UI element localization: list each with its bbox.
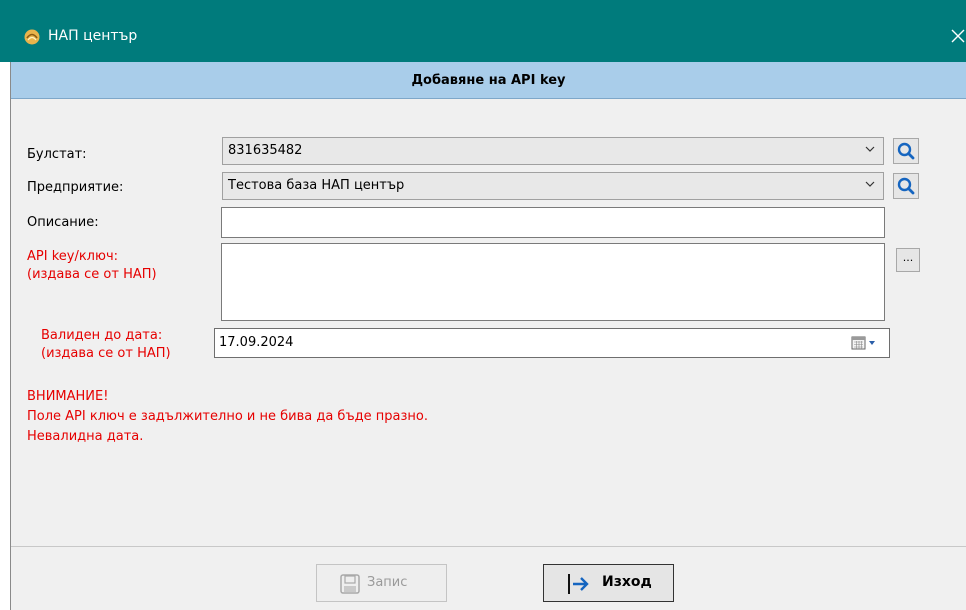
search-icon	[897, 142, 915, 160]
warning-invalid-date: Невалидна дата.	[27, 429, 144, 444]
enterprise-label: Предприятие:	[27, 180, 124, 195]
apikey-textarea[interactable]	[221, 243, 885, 321]
save-button[interactable]: Запис	[316, 564, 447, 602]
footer-divider	[11, 546, 966, 547]
bulstat-combobox[interactable]: 831635482	[222, 137, 884, 165]
bulstat-label: Булстат:	[27, 147, 87, 162]
close-icon	[951, 29, 965, 43]
warning-block: ВНИМАНИЕ! Поле API ключ е задължително и…	[27, 387, 428, 447]
description-input[interactable]	[221, 207, 885, 238]
bulstat-search-button[interactable]	[893, 138, 919, 164]
description-label: Описание:	[27, 215, 99, 230]
valid-date-picker[interactable]: 17.09.2024	[214, 328, 890, 358]
warning-title: ВНИМАНИЕ!	[27, 389, 109, 404]
bulstat-value: 831635482	[228, 143, 303, 158]
dialog-heading: Добавяне на API key	[11, 62, 966, 99]
exit-button[interactable]: Изход	[543, 564, 674, 602]
search-icon	[897, 177, 915, 195]
exit-arrow-icon	[568, 574, 589, 594]
enterprise-search-button[interactable]	[893, 173, 919, 199]
save-icon	[340, 574, 360, 594]
title-bar: НАП център	[0, 0, 966, 62]
browse-button[interactable]: ...	[896, 248, 920, 272]
calendar-icon[interactable]	[851, 335, 879, 351]
valid-date-value: 17.09.2024	[219, 335, 294, 350]
enterprise-value: Тестова база НАП център	[228, 178, 405, 193]
chevron-down-icon	[865, 146, 875, 152]
exit-button-label: Изход	[602, 574, 652, 590]
apikey-label-line2: (издава се от НАП)	[27, 267, 157, 282]
chevron-down-icon	[865, 181, 875, 187]
valid-label-line1: Валиден до дата:	[41, 328, 163, 343]
apikey-label-line1: API key/ключ:	[27, 249, 118, 264]
window-title: НАП център	[48, 28, 138, 44]
valid-label-line2: (издава се от НАП)	[41, 346, 171, 361]
close-button[interactable]	[940, 24, 966, 48]
enterprise-combobox[interactable]: Тестова база НАП център	[222, 172, 884, 200]
dialog-body: Добавяне на API key Булстат: 831635482 П…	[10, 62, 966, 610]
nap-logo-icon	[24, 29, 40, 45]
warning-apikey-required: Поле API ключ е задължително и не бива д…	[27, 409, 428, 424]
save-button-label: Запис	[367, 575, 408, 590]
